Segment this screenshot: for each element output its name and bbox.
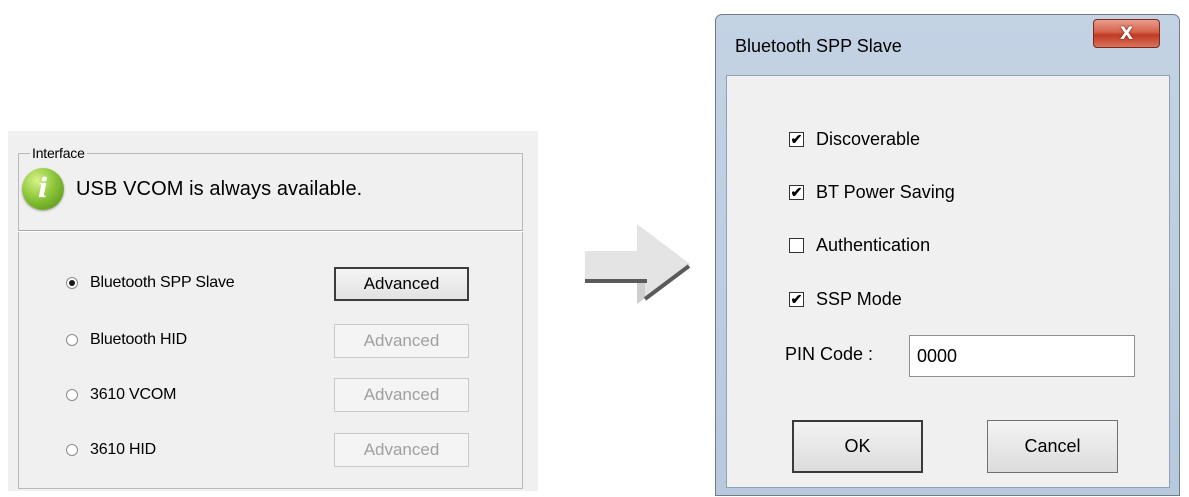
checkbox-discoverable[interactable]: ✔ Discoverable — [789, 125, 920, 153]
checkbox-label: BT Power Saving — [816, 181, 955, 202]
ok-button[interactable]: OK — [792, 420, 923, 473]
checkbox-bt-power-saving[interactable]: ✔ BT Power Saving — [789, 178, 955, 206]
interface-panel: Interface i USB VCOM is always available… — [8, 131, 538, 491]
dialog-title: Bluetooth SPP Slave — [735, 36, 902, 56]
checkbox-label: SSP Mode — [816, 288, 902, 309]
checkbox-label: Discoverable — [816, 128, 921, 149]
radio-button[interactable] — [66, 334, 78, 346]
radio-label: Bluetooth HID — [90, 331, 188, 348]
radio-3610-vcom[interactable]: 3610 VCOM — [66, 380, 176, 410]
bluetooth-spp-slave-dialog: Bluetooth SPP Slave X ✔ Discoverable ✔ B… — [715, 14, 1180, 496]
info-text: USB VCOM is always available. — [76, 177, 363, 200]
radio-label: 3610 VCOM — [90, 386, 177, 403]
checkbox-label: Authentication — [816, 234, 931, 255]
radio-button[interactable] — [66, 444, 78, 456]
radio-button[interactable] — [66, 389, 78, 401]
interface-legend: Interface — [30, 144, 87, 162]
checkbox[interactable]: ✔ — [789, 131, 804, 147]
radio-bluetooth-spp-slave[interactable]: Bluetooth SPP Slave — [66, 268, 235, 298]
radio-button[interactable] — [66, 277, 78, 289]
pin-code-label: PIN Code : — [785, 344, 874, 364]
right-arrow-icon — [585, 224, 691, 304]
radio-label: 3610 HID — [90, 441, 156, 458]
info-icon: i — [22, 168, 64, 210]
advanced-button-bluetooth-hid: Advanced — [334, 324, 469, 358]
info-message: i USB VCOM is always available. — [22, 165, 362, 213]
advanced-button-spp-slave[interactable]: Advanced — [334, 267, 469, 301]
close-button[interactable]: X — [1093, 19, 1160, 48]
pin-code-input[interactable] — [909, 335, 1135, 377]
checkbox-authentication[interactable]: Authentication — [789, 231, 930, 259]
radio-bluetooth-hid[interactable]: Bluetooth HID — [66, 325, 187, 355]
advanced-button-3610-vcom: Advanced — [334, 378, 469, 412]
close-icon: X — [1119, 23, 1134, 44]
dialog-content: ✔ Discoverable ✔ BT Power Saving Authent… — [726, 75, 1170, 488]
checkbox-ssp-mode[interactable]: ✔ SSP Mode — [789, 285, 902, 313]
checkbox[interactable]: ✔ — [789, 184, 804, 200]
checkbox[interactable] — [789, 237, 804, 253]
radio-3610-hid[interactable]: 3610 HID — [66, 435, 156, 465]
cancel-button[interactable]: Cancel — [987, 420, 1118, 473]
checkbox[interactable]: ✔ — [789, 291, 804, 307]
radio-label: Bluetooth SPP Slave — [90, 274, 235, 291]
advanced-button-3610-hid: Advanced — [334, 433, 469, 467]
